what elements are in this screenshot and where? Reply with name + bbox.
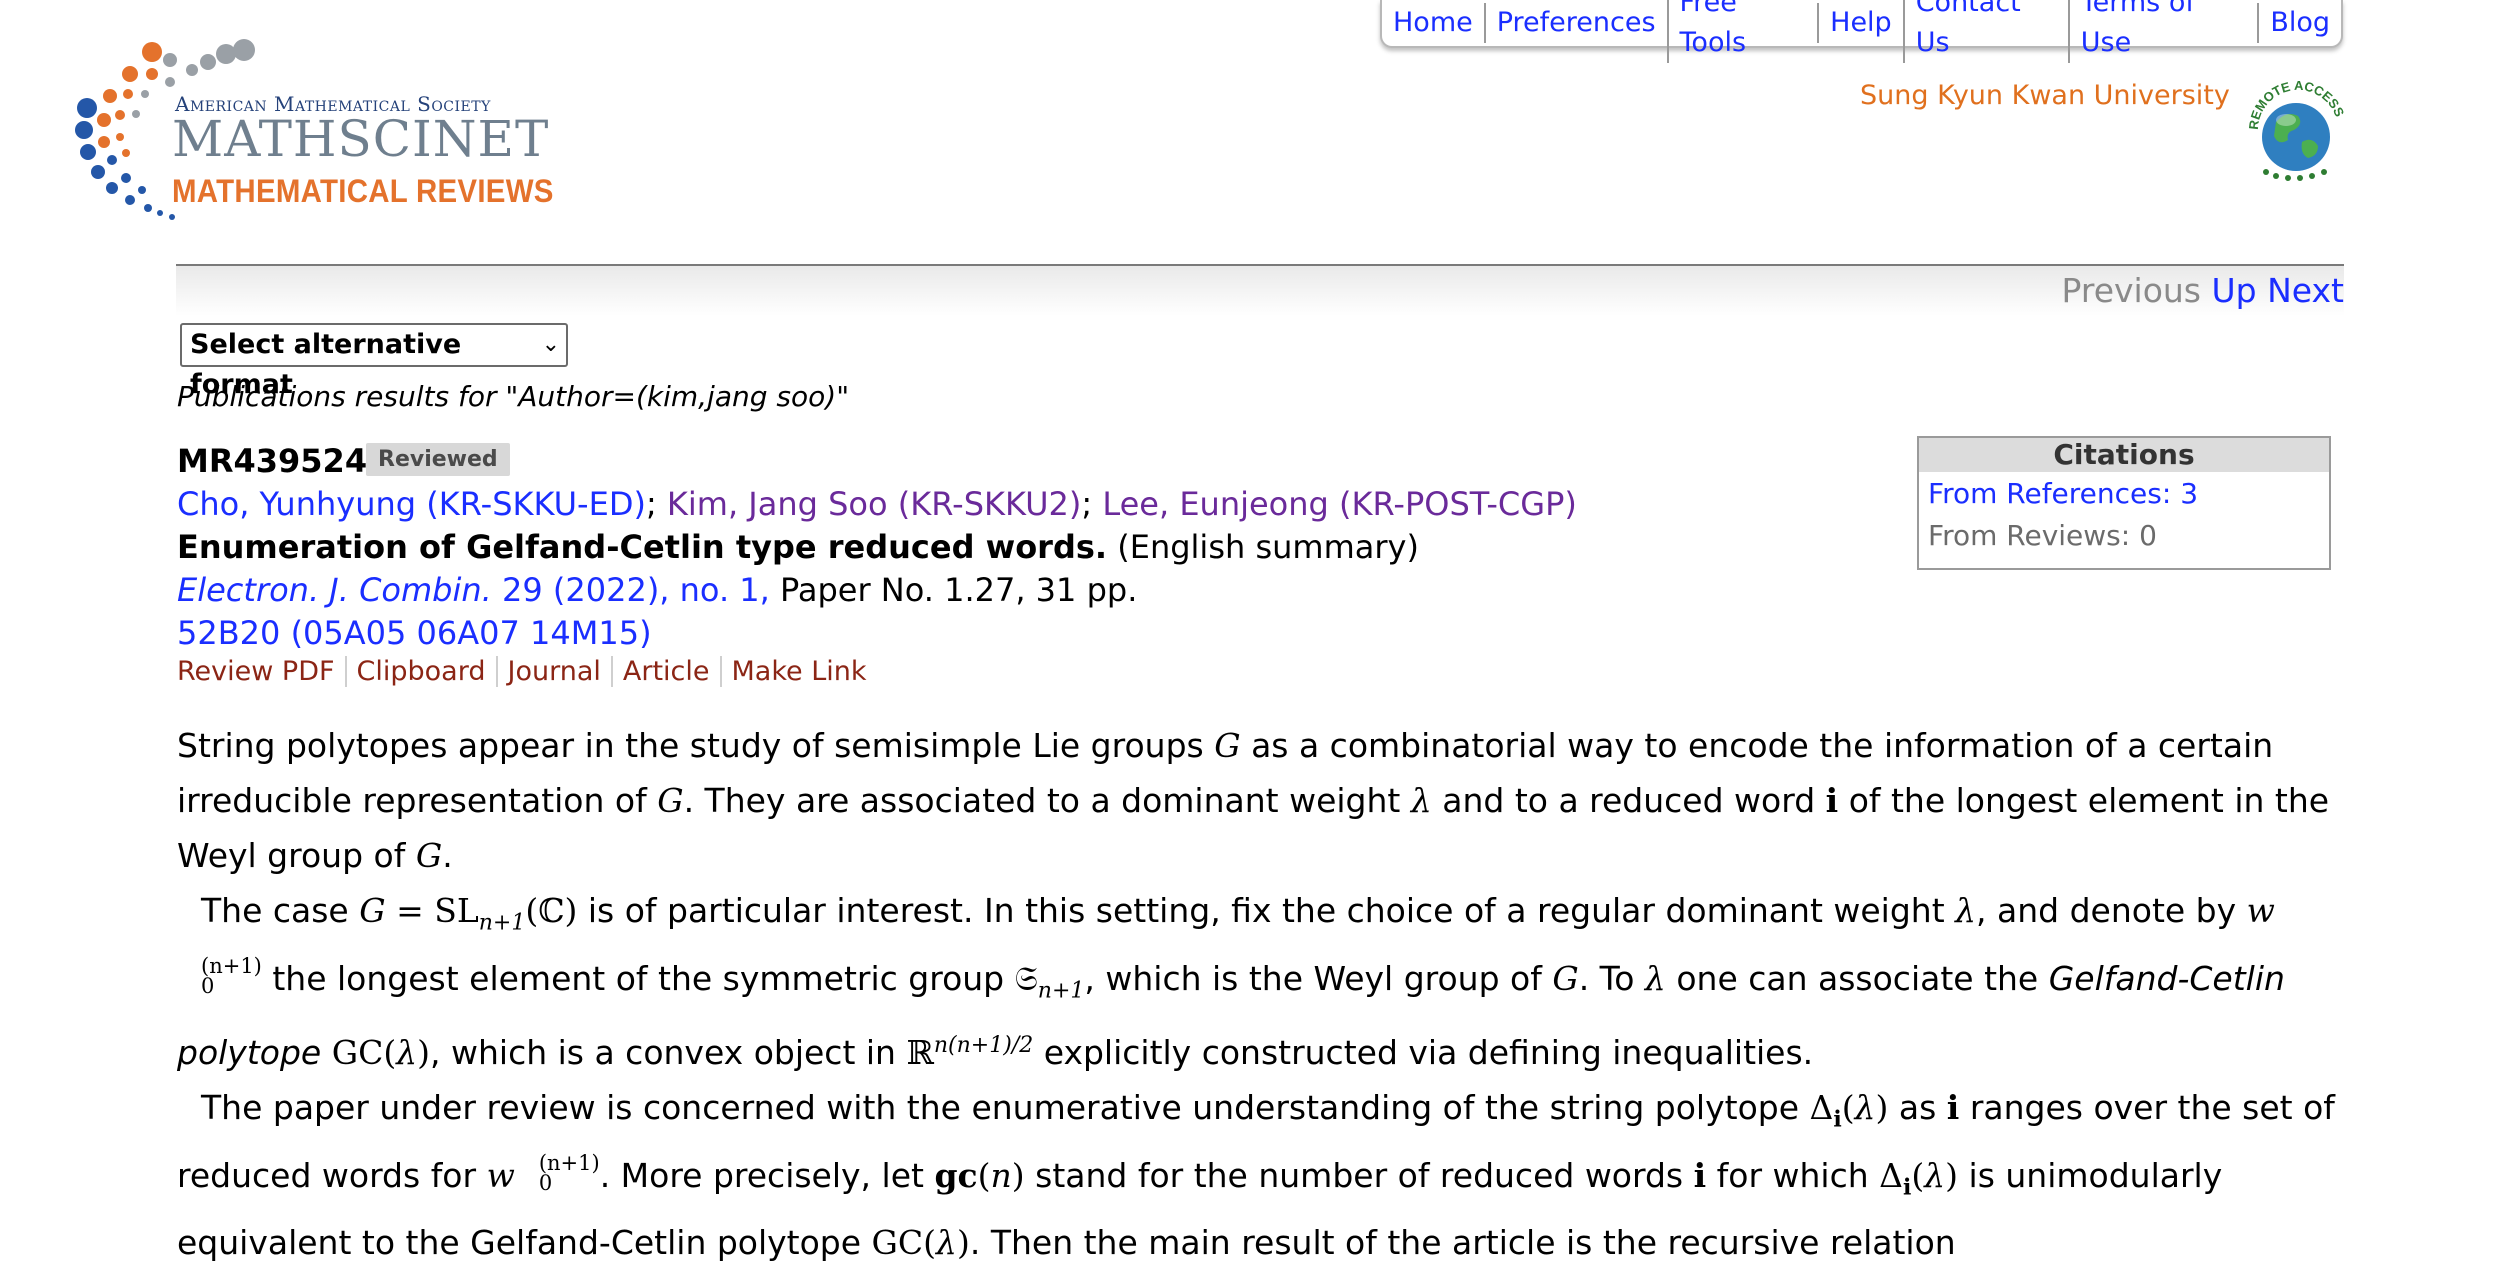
alternative-format-select[interactable]: Select alternative format ⌄ [180, 323, 568, 400]
record-pager: Previous Up Next [2062, 271, 2344, 310]
review-paragraph: The paper under review is concerned with… [177, 1088, 2335, 1263]
pager-previous: Previous [2061, 271, 2201, 310]
citations-from-reviews: From Reviews: 0 [1928, 519, 2157, 552]
msc-classifications-link[interactable]: 52B20 (05A05 06A07 14M15) [177, 614, 652, 652]
logo-mathscinet-text: MATHSCINET [172, 110, 550, 168]
publications-results-caption: Publications results for "Author=(kim,ja… [177, 380, 850, 413]
citations-box: Citations From References: 3 From Review… [1917, 436, 2331, 570]
authors-line: Cho, Yunhyung (KR-SKKU-ED); Kim, Jang So… [177, 485, 1577, 523]
logo-top-dots-icon [186, 39, 255, 76]
institution-name: Sung Kyun Kwan University [1860, 80, 2230, 111]
article-link[interactable]: Article [610, 656, 720, 687]
mr-number: MR4395246 [177, 442, 390, 480]
record-action-links: Review PDF Clipboard Journal Article Make Li… [177, 656, 877, 687]
review-paragraph: String polytopes appear in the study of … [177, 726, 2330, 875]
chevron-down-icon: ⌄ [541, 332, 560, 357]
publication-title: Enumeration of Gelfand-Cetlin type reduc… [177, 528, 1108, 566]
pager-next-link[interactable]: Next [2267, 271, 2344, 310]
language-note: (English summary) [1117, 528, 1419, 566]
logo-mathematical-reviews-text: MATHEMATICAL REVIEWS [172, 173, 554, 209]
citations-from-references-link[interactable]: From References: 3 [1919, 472, 2329, 516]
nav-blog[interactable]: Blog [2257, 3, 2341, 43]
status-badge: Reviewed [366, 443, 510, 476]
make-link-link[interactable]: Make Link [719, 656, 877, 687]
top-navigation: Home Preferences Free Tools Help Contact… [1380, 0, 2343, 63]
author-separator: ; [645, 485, 667, 523]
publication-title-line: Enumeration of Gelfand-Cetlin type reduc… [177, 528, 1419, 566]
mathscinet-logo[interactable]: American Mathematical Society MATHSCINET… [70, 30, 553, 240]
journal-line: Electron. J. Combin. 29 (2022), no. 1, P… [177, 571, 1137, 609]
nav-home[interactable]: Home [1382, 3, 1484, 43]
review-paragraph: The case G = SLn+1(ℂ) is of particular i… [177, 891, 2285, 1073]
pager-up-link[interactable]: Up [2212, 271, 2257, 310]
review-pdf-link[interactable]: Review PDF [177, 656, 345, 687]
remote-access-globe-icon: REMOTE ACCESS [2246, 78, 2347, 181]
journal-pages: Paper No. 1.27, 31 pp. [779, 571, 1138, 609]
citations-header: Citations [1919, 438, 2329, 472]
journal-link[interactable]: Electron. J. Combin. 29 (2022), no. 1, [177, 571, 770, 609]
nav-terms-of-use[interactable]: Terms of Use [2067, 0, 2258, 63]
nav-preferences[interactable]: Preferences [1483, 3, 1667, 43]
nav-free-tools[interactable]: Free Tools [1666, 0, 1818, 63]
review-text: String polytopes appear in the study of … [177, 718, 2357, 1270]
nav-help[interactable]: Help [1817, 3, 1903, 43]
clipboard-link[interactable]: Clipboard [344, 656, 496, 687]
author-link-cho[interactable]: Cho, Yunhyung (KR-SKKU-ED) [177, 485, 646, 523]
author-link-lee[interactable]: Lee, Eunjeong (KR-POST-CGP) [1102, 485, 1577, 523]
author-separator: ; [1081, 485, 1103, 523]
header-divider [176, 264, 2344, 316]
author-link-kim[interactable]: Kim, Jang Soo (KR-SKKU2) [667, 485, 1081, 523]
journal-action-link[interactable]: Journal [495, 656, 611, 687]
nav-contact-us[interactable]: Contact Us [1902, 0, 2068, 63]
